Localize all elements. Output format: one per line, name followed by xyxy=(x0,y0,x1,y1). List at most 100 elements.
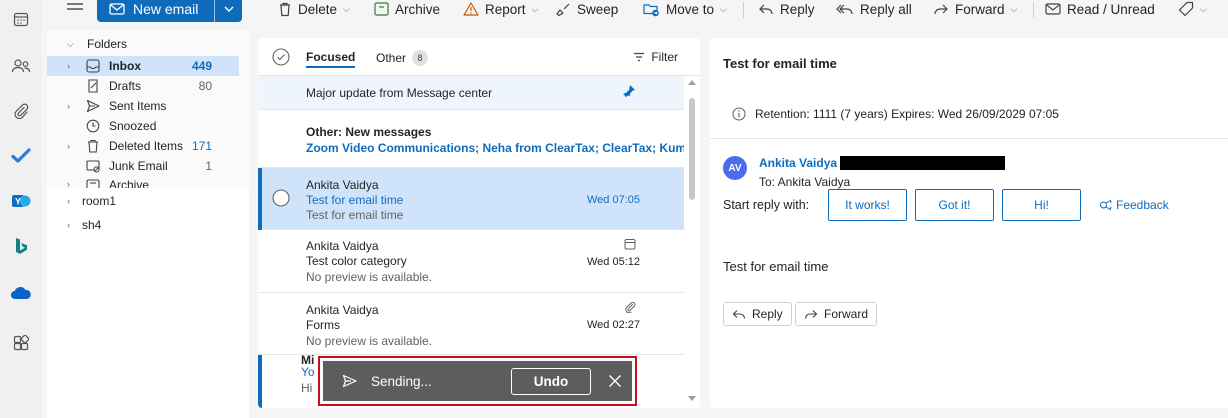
undo-button[interactable]: Undo xyxy=(511,368,591,395)
recipient-line: To: Ankita Vaidya xyxy=(759,175,851,189)
tab-other[interactable]: Other 8 xyxy=(376,50,429,66)
calendar-icon[interactable] xyxy=(10,8,32,30)
reply-all-button[interactable]: Reply all xyxy=(836,0,912,18)
onedrive-icon[interactable] xyxy=(10,282,32,304)
list-item[interactable]: Major update from Message center xyxy=(258,76,684,110)
hamburger-icon[interactable] xyxy=(66,2,86,18)
message-preview: Test for email time xyxy=(306,208,404,222)
folder-item-archive[interactable]: › Archive xyxy=(47,176,239,188)
paperclip-icon[interactable] xyxy=(10,100,32,122)
apps-icon[interactable] xyxy=(10,332,32,354)
warning-icon xyxy=(463,2,479,16)
table-row[interactable]: Ankita Vaidya Test color category No pre… xyxy=(258,230,684,293)
tab-focused[interactable]: Focused xyxy=(306,50,356,68)
message-subject: Test for email time xyxy=(306,193,404,207)
yammer-icon[interactable]: Y xyxy=(10,190,32,212)
new-email-button[interactable]: New email xyxy=(97,0,242,22)
quick-reply-button[interactable]: Hi! xyxy=(1002,189,1081,221)
close-icon[interactable] xyxy=(608,374,622,388)
forward-button[interactable]: Forward ⌵ xyxy=(933,0,1017,18)
new-email-label: New email xyxy=(133,1,199,17)
chevron-down-icon[interactable]: ⌵ xyxy=(1200,4,1207,15)
folder-item-inbox[interactable]: › Inbox 449 xyxy=(47,56,239,76)
pin-icon[interactable] xyxy=(622,84,636,98)
selection-indicator xyxy=(258,168,262,230)
folder-item-sent-items[interactable]: › Sent Items xyxy=(47,96,239,116)
start-reply-label: Start reply with: xyxy=(723,198,810,212)
chevron-down-icon[interactable]: ⌵ xyxy=(532,4,539,15)
folder-item-drafts[interactable]: Drafts 80 xyxy=(47,76,239,96)
folders-heading-label: Folders xyxy=(87,37,128,51)
paperclip-icon xyxy=(624,301,636,313)
sender-name[interactable]: Ankita Vaidya xyxy=(759,156,837,170)
scrollbar-thumb[interactable] xyxy=(689,98,695,200)
group-room1[interactable]: › room1 xyxy=(47,191,239,211)
archive-button[interactable]: Archive xyxy=(374,0,440,18)
clock-icon xyxy=(86,119,100,133)
message-date: Wed 02:27 xyxy=(586,319,640,331)
people-icon[interactable] xyxy=(10,55,32,77)
avatar[interactable]: AV xyxy=(723,156,747,180)
message-subject: Major update from Message center xyxy=(306,86,493,100)
read-unread-button[interactable]: Read / Unread xyxy=(1045,0,1155,18)
folders-heading[interactable]: ⌵ Folders xyxy=(47,34,239,54)
folder-label: Sent Items xyxy=(109,99,167,113)
reply-button[interactable]: Reply xyxy=(758,0,815,18)
folder-label: Inbox xyxy=(109,59,141,73)
forward-icon xyxy=(804,309,818,320)
drafts-icon xyxy=(86,79,100,93)
folder-item-deleted-items[interactable]: › Deleted Items 171 xyxy=(47,136,239,156)
select-checkbox[interactable] xyxy=(272,189,290,207)
tag-button[interactable]: ⌵ xyxy=(1178,0,1207,18)
chevron-down-icon[interactable]: ⌵ xyxy=(720,4,727,15)
delete-button[interactable]: Delete ⌵ xyxy=(278,0,350,18)
move-to-label: Move to xyxy=(666,1,715,17)
forward-button[interactable]: Forward xyxy=(795,302,878,326)
table-row[interactable]: Ankita Vaidya Forms No preview is availa… xyxy=(258,293,684,355)
feedback-link[interactable]: Feedback xyxy=(1099,198,1169,212)
reply-all-label: Reply all xyxy=(860,1,912,17)
reply-button[interactable]: Reply xyxy=(723,302,792,326)
folder-pane: ⌵ Folders › Inbox 449 Drafts 80 › Sent I… xyxy=(47,30,249,418)
table-row[interactable]: Ankita Vaidya Test for email time Test f… xyxy=(258,168,684,230)
filter-button[interactable]: Filter xyxy=(633,50,678,64)
sending-toast: Sending... Undo xyxy=(318,356,637,406)
chevron-right-icon[interactable]: › xyxy=(67,196,70,206)
sweep-button[interactable]: Sweep xyxy=(556,0,618,18)
todo-check-icon[interactable] xyxy=(10,145,32,167)
forward-label: Forward xyxy=(955,1,1005,17)
chevron-right-icon[interactable]: › xyxy=(67,101,70,111)
calendar-icon xyxy=(624,238,636,250)
scroll-up-arrow[interactable] xyxy=(688,79,696,85)
delete-label: Delete xyxy=(298,1,338,17)
group-label: sh4 xyxy=(82,218,102,232)
report-button[interactable]: Report ⌵ xyxy=(463,0,538,18)
chevron-right-icon[interactable]: › xyxy=(67,61,70,71)
quick-reply-button[interactable]: It works! xyxy=(828,189,907,221)
send-icon xyxy=(86,99,100,113)
chevron-right-icon[interactable]: › xyxy=(67,179,70,188)
scrollbar[interactable] xyxy=(684,76,700,408)
chevron-down-icon[interactable]: ⌵ xyxy=(343,4,350,15)
folder-item-junk-email[interactable]: Junk Email 1 xyxy=(47,156,239,176)
chevron-right-icon[interactable]: › xyxy=(67,141,70,151)
quick-reply-button[interactable]: Got it! xyxy=(915,189,994,221)
list-item[interactable]: Other: New messages Zoom Video Communica… xyxy=(258,110,696,168)
scroll-down-arrow[interactable] xyxy=(688,396,696,402)
message-list-header: Focused Other 8 Filter xyxy=(258,38,700,76)
folder-item-snoozed[interactable]: Snoozed xyxy=(47,116,239,136)
chevron-down-icon[interactable]: ⌵ xyxy=(1011,4,1018,15)
inbox-icon xyxy=(86,59,100,73)
folder-label: Deleted Items xyxy=(109,139,184,153)
new-email-dropdown[interactable] xyxy=(215,0,242,22)
bing-icon[interactable] xyxy=(10,236,32,258)
select-all-checkbox[interactable] xyxy=(272,48,290,66)
group-sh4[interactable]: › sh4 xyxy=(47,215,239,235)
move-to-button[interactable]: Move to ⌵ xyxy=(643,0,727,18)
toast-message: Sending... xyxy=(371,374,432,389)
folder-move-icon xyxy=(643,2,660,17)
chevron-right-icon[interactable]: › xyxy=(67,220,70,230)
redacted-email xyxy=(840,156,1005,170)
email-subject: Test for email time xyxy=(723,56,837,71)
unread-count: 449 xyxy=(191,59,212,73)
